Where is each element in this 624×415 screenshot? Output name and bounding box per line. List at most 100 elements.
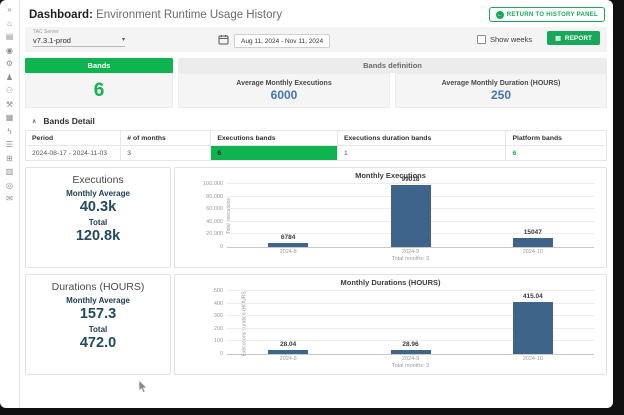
bands-definition: Bands definition Average Monthly Executi… xyxy=(178,58,607,108)
avg-monthly-executions-label: Average Monthly Executions xyxy=(236,80,331,87)
settings-icon[interactable]: ⚙ xyxy=(6,57,13,71)
table-row: 2024-08-17 - 2024-11-03 3 6 1 6 xyxy=(26,146,607,161)
executions-title: Executions xyxy=(26,174,170,186)
bar-2024-9 xyxy=(391,350,431,354)
executions-stat-card: Executions Monthly Average 40.3k Total 1… xyxy=(25,167,171,268)
calendar-icon[interactable] xyxy=(218,32,229,50)
license-icon[interactable]: ▤ xyxy=(6,30,14,44)
bar-2024-8 xyxy=(268,243,308,247)
chart-plot-area: Total executions020,00040,00060,00080,00… xyxy=(227,184,594,248)
x-axis-sublabel: Total months: 3 xyxy=(366,363,456,370)
home-icon[interactable]: ⌂ xyxy=(7,17,12,31)
page-header: Dashboard: Environment Runtime Usage His… xyxy=(25,0,607,26)
modules-icon[interactable]: ⊞ xyxy=(6,152,13,166)
return-to-history-label: RETURN TO HISTORY PANEL xyxy=(507,12,598,18)
report-button[interactable]: ▤ REPORT xyxy=(547,31,600,45)
monitoring-icon[interactable]: ◎ xyxy=(6,179,13,193)
y-tick-label: 400 xyxy=(183,301,223,307)
bands-detail-section: ∧ Bands Detail Period # of months Execut… xyxy=(25,115,607,161)
executions-total-value: 120.8k xyxy=(26,228,170,244)
left-sidebar: »⌂▤◉⚙♟⚇⚒▦ϟ☰⊞▥◎✉ xyxy=(0,0,20,408)
flash-icon[interactable]: ϟ xyxy=(7,125,11,139)
bands-detail-toggle[interactable]: ∧ Bands Detail xyxy=(25,115,607,130)
app-window: »⌂▤◉⚙♟⚇⚒▦ϟ☰⊞▥◎✉ Dashboard: Environment R… xyxy=(0,0,613,408)
x-tick-label: 2024-9Total months: 3 xyxy=(366,356,456,370)
projects-icon[interactable]: ▦ xyxy=(6,111,14,125)
return-to-history-button[interactable]: ← RETURN TO HISTORY PANEL xyxy=(489,7,605,22)
bands-card-header: Bands xyxy=(25,58,173,73)
bands-detail-table: Period # of months Executions bands Exec… xyxy=(25,130,607,161)
gridline xyxy=(227,290,594,291)
bar-value-label: 415.04 xyxy=(503,293,563,300)
y-tick-label: 40,000 xyxy=(183,219,223,225)
executions-avg-label: Monthly Average xyxy=(26,189,170,198)
avg-monthly-executions-value: 6000 xyxy=(271,88,298,102)
bands-card: Bands 6 xyxy=(25,58,173,108)
chart-plot-area: Executions duration (HOURS)0100200300400… xyxy=(227,291,594,355)
x-tick-label: 2024-10 xyxy=(488,249,578,256)
mouse-cursor xyxy=(138,380,149,399)
filters-toolbar: TAC Server v7.3.1-prod ▾ Aug 11, 2024 - … xyxy=(25,27,607,52)
cell-executions-bands: 6 xyxy=(211,146,338,161)
avg-monthly-executions-card: Average Monthly Executions 6000 xyxy=(178,73,390,108)
durations-total-value: 472.0 xyxy=(26,335,170,351)
show-weeks-checkbox[interactable] xyxy=(477,35,486,44)
x-tick-label: 2024-8 xyxy=(243,249,333,256)
durations-total-label: Total xyxy=(26,325,170,334)
col-period: Period xyxy=(26,131,121,146)
chevron-down-icon: ▾ xyxy=(122,36,125,45)
tools-icon[interactable]: ⚒ xyxy=(6,98,13,112)
durations-row: Durations (HOURS) Monthly Average 157.3 … xyxy=(25,274,607,375)
bar-value-label: 28.96 xyxy=(381,341,441,348)
bar-2024-9 xyxy=(391,185,431,247)
cell-months: 3 xyxy=(121,146,211,161)
col-executions-duration-bands: Executions duration bands xyxy=(337,131,505,146)
y-tick-label: 0 xyxy=(183,244,223,250)
chat-icon[interactable]: ✉ xyxy=(6,192,13,206)
y-axis-label: Executions duration (HOURS) xyxy=(241,289,247,356)
bands-definition-header: Bands definition xyxy=(178,58,607,73)
monthly-durations-chart: Monthly Durations (HOURS) Executions dur… xyxy=(174,274,607,375)
y-tick-label: 300 xyxy=(183,313,223,319)
executions-avg-value: 40.3k xyxy=(26,199,170,215)
table-header-row: Period # of months Executions bands Exec… xyxy=(26,131,607,146)
y-tick-label: 100 xyxy=(183,338,223,344)
x-axis-sublabel: Total months: 3 xyxy=(366,256,456,263)
globe-icon[interactable]: ◉ xyxy=(6,44,13,58)
tasks-icon[interactable]: ☰ xyxy=(6,138,13,152)
col-platform-bands: Platform bands xyxy=(506,131,607,146)
report-button-label: REPORT xyxy=(565,35,592,42)
users-icon[interactable]: ⚇ xyxy=(6,84,13,98)
cell-platform-bands: 6 xyxy=(506,146,607,161)
expand-sidebar-icon[interactable]: » xyxy=(7,3,11,17)
durations-avg-value: 157.3 xyxy=(26,306,170,322)
y-tick-label: 200 xyxy=(183,326,223,332)
show-weeks-label: Show weeks xyxy=(490,35,532,44)
y-tick-label: 100,000 xyxy=(183,181,223,187)
y-tick-label: 60,000 xyxy=(183,206,223,212)
cell-period: 2024-08-17 - 2024-11-03 xyxy=(26,146,121,161)
user-icon[interactable]: ♟ xyxy=(6,71,13,85)
durations-stat-card: Durations (HOURS) Monthly Average 157.3 … xyxy=(25,274,171,375)
date-range-group: Aug 11, 2024 - Nov 11, 2024 xyxy=(218,32,330,50)
y-axis-label: Total executions xyxy=(226,198,232,234)
durations-title: Durations (HOURS) xyxy=(26,281,170,293)
tac-server-label: TAC Server xyxy=(33,29,125,35)
tac-server-select[interactable]: TAC Server v7.3.1-prod ▾ xyxy=(33,29,125,47)
y-tick-label: 0 xyxy=(183,351,223,357)
bands-count-value: 6 xyxy=(25,73,173,108)
y-tick-label: 20,000 xyxy=(183,231,223,237)
monthly-durations-chart-title: Monthly Durations (HOURS) xyxy=(175,278,606,287)
bar-value-label: 99018 xyxy=(381,176,441,183)
executions-total-label: Total xyxy=(26,218,170,227)
bar-value-label: 6784 xyxy=(258,234,318,241)
bar-2024-10 xyxy=(513,238,553,247)
col-months: # of months xyxy=(121,131,211,146)
y-tick-label: 500 xyxy=(183,288,223,294)
show-weeks-group: Show weeks xyxy=(477,35,532,44)
date-range-input[interactable]: Aug 11, 2024 - Nov 11, 2024 xyxy=(234,34,330,48)
files-icon[interactable]: ▥ xyxy=(6,165,14,179)
avg-monthly-duration-card: Average Monthly Duration (HOURS) 250 xyxy=(395,73,607,108)
bands-detail-title: Bands Detail xyxy=(43,116,95,126)
avg-monthly-duration-label: Average Monthly Duration (HOURS) xyxy=(442,80,561,87)
